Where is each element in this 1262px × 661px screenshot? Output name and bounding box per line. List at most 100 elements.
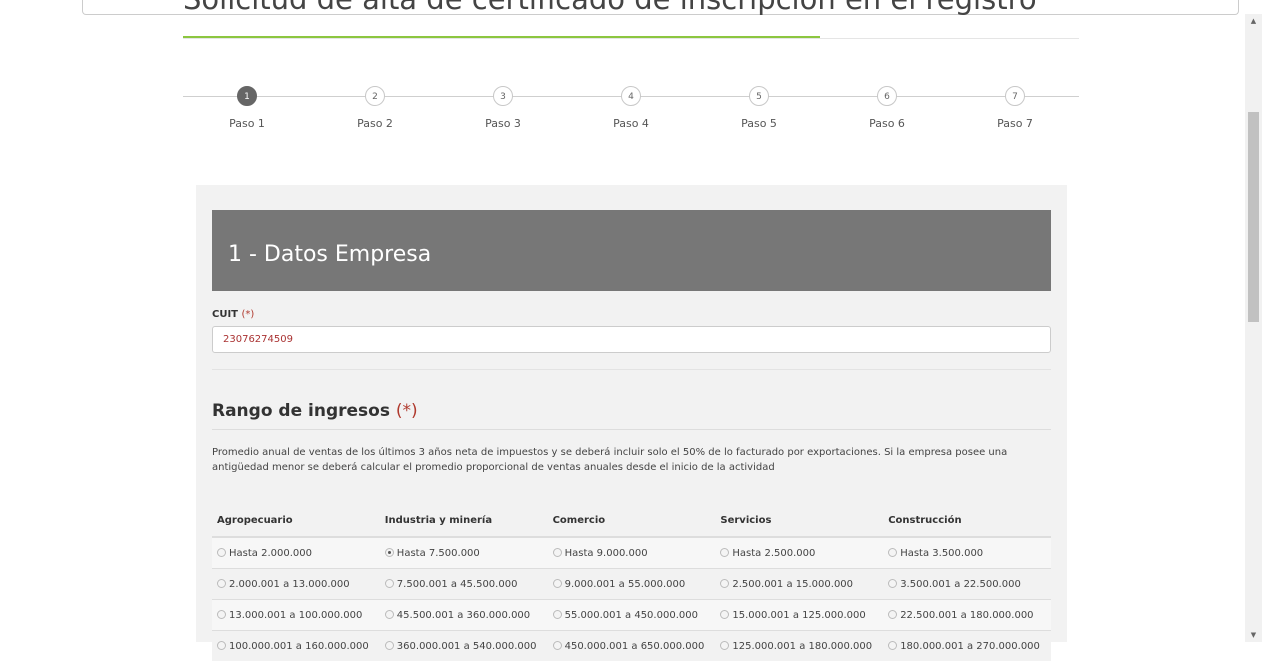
radio-icon[interactable] [888,579,897,588]
range-option[interactable]: 125.000.001 a 180.000.000 [715,631,883,661]
table-header-row: AgropecuarioIndustria y mineríaComercioS… [212,505,1051,537]
range-option[interactable]: 2.000.001 a 13.000.000 [212,569,380,600]
step-label: Paso 6 [847,117,927,130]
range-option[interactable]: 360.000.001 a 540.000.000 [380,631,548,661]
radio-icon[interactable] [217,579,226,588]
step-3[interactable]: 3 Paso 3 [463,86,543,130]
radio-icon[interactable] [720,610,729,619]
radio-icon[interactable] [720,548,729,557]
step-number: 7 [1005,86,1025,106]
range-label: 3.500.001 a 22.500.000 [900,579,1021,590]
range-option[interactable]: Hasta 3.500.000 [883,537,1051,569]
radio-checked-icon[interactable] [385,548,394,557]
range-option[interactable]: Hasta 2.000.000 [212,537,380,569]
table-row: 2.000.001 a 13.000.000 7.500.001 a 45.500… [212,569,1051,600]
step-1[interactable]: 1Paso 1 [207,86,287,130]
range-option[interactable]: Hasta 2.500.000 [715,537,883,569]
income-range-table: AgropecuarioIndustria y mineríaComercioS… [212,505,1051,661]
step-6[interactable]: 6 Paso 6 [847,86,927,130]
range-option[interactable]: 2.500.001 a 15.000.000 [715,569,883,600]
step-number: 3 [493,86,513,106]
range-label: 360.000.001 a 540.000.000 [397,641,537,652]
range-label: Hasta 2.500.000 [732,548,815,559]
step-number: 2 [365,86,385,106]
step-number: 4 [621,86,641,106]
column-header: Servicios [715,505,883,537]
radio-icon[interactable] [553,610,562,619]
cuit-label-text: CUIT [212,309,238,320]
range-option[interactable]: 450.000.001 a 650.000.000 [548,631,716,661]
vertical-scrollbar[interactable]: ▲ ▼ [1245,14,1262,642]
radio-icon[interactable] [720,579,729,588]
range-label: 180.000.001 a 270.000.000 [900,641,1040,652]
wizard-stepper: 1Paso 1 2Paso 2 3 Paso 3 4 Paso 4 5 Paso 5 6 Paso… [183,86,1079,136]
range-label: 125.000.001 a 180.000.000 [732,641,872,652]
range-label: 100.000.001 a 160.000.000 [229,641,369,652]
column-header: Comercio [548,505,716,537]
column-header: Industria y minería [380,505,548,537]
step-label: Paso 5 [719,117,799,130]
range-option[interactable]: 180.000.001 a 270.000.000 [883,631,1051,661]
range-label: Hasta 2.000.000 [229,548,312,559]
step-number: 6 [877,86,897,106]
step-2[interactable]: 2Paso 2 [335,86,415,130]
range-option[interactable]: 45.500.001 a 360.000.000 [380,600,548,631]
radio-icon[interactable] [888,548,897,557]
range-label: 450.000.001 a 650.000.000 [565,641,705,652]
section-title: 1 - Datos Empresa [228,242,431,267]
divider [212,369,1051,370]
radio-icon[interactable] [217,610,226,619]
range-label: Hasta 3.500.000 [900,548,983,559]
radio-icon[interactable] [385,579,394,588]
scroll-up-icon[interactable]: ▲ [1245,14,1262,28]
range-label: 55.000.001 a 450.000.000 [565,610,698,621]
range-option[interactable]: 7.500.001 a 45.500.000 [380,569,548,600]
step-7[interactable]: 7 Paso 7 [975,86,1055,130]
range-option[interactable]: Hasta 9.000.000 [548,537,716,569]
range-option[interactable]: 55.000.001 a 450.000.000 [548,600,716,631]
table-row: 13.000.001 a 100.000.000 45.500.001 a 360… [212,600,1051,631]
page-header: Solicitud de alta de certificado de insc… [183,0,1079,39]
range-option[interactable]: 3.500.001 a 22.500.000 [883,569,1051,600]
step-number: 1 [237,86,257,106]
radio-icon[interactable] [385,610,394,619]
rango-description: Promedio anual de ventas de los últimos … [212,445,1052,475]
range-label: 22.500.001 a 180.000.000 [900,610,1033,621]
rango-title: Rango de ingresos (*) [212,401,418,421]
range-option[interactable]: 9.000.001 a 55.000.000 [548,569,716,600]
step-number: 5 [749,86,769,106]
title-underline [183,36,820,38]
range-option[interactable]: 100.000.001 a 160.000.000 [212,631,380,661]
form-panel: 1 - Datos Empresa CUIT (*) Rango de ingr… [196,185,1067,642]
step-label: Paso 7 [975,117,1055,130]
scroll-thumb[interactable] [1248,112,1259,322]
radio-icon[interactable] [217,548,226,557]
range-option[interactable]: 22.500.001 a 180.000.000 [883,600,1051,631]
step-label: Paso 4 [591,117,671,130]
step-4[interactable]: 4 Paso 4 [591,86,671,130]
table-row: Hasta 2.000.000 Hasta 7.500.000 Hasta 9.00… [212,537,1051,569]
range-option[interactable]: 13.000.001 a 100.000.000 [212,600,380,631]
range-option[interactable]: 15.000.001 a 125.000.000 [715,600,883,631]
table-body: Hasta 2.000.000 Hasta 7.500.000 Hasta 9.00… [212,537,1051,661]
range-label: 45.500.001 a 360.000.000 [397,610,530,621]
cuit-input[interactable] [212,326,1051,353]
radio-icon[interactable] [553,548,562,557]
page-title: Solicitud de alta de certificado de insc… [183,0,1037,16]
range-label: 13.000.001 a 100.000.000 [229,610,362,621]
step-5[interactable]: 5 Paso 5 [719,86,799,130]
section-header: 1 - Datos Empresa [212,210,1051,291]
required-mark: (*) [242,309,255,320]
range-option[interactable]: Hasta 7.500.000 [380,537,548,569]
range-label: Hasta 7.500.000 [397,548,480,559]
scroll-down-icon[interactable]: ▼ [1245,628,1262,642]
range-label: 9.000.001 a 55.000.000 [565,579,686,590]
radio-icon[interactable] [553,579,562,588]
radio-icon[interactable] [888,610,897,619]
step-label: Paso 3 [463,117,543,130]
range-label: 15.000.001 a 125.000.000 [732,610,865,621]
cuit-label: CUIT (*) [212,309,254,320]
range-label: 7.500.001 a 45.500.000 [397,579,518,590]
column-header: Agropecuario [212,505,380,537]
divider [212,429,1051,430]
